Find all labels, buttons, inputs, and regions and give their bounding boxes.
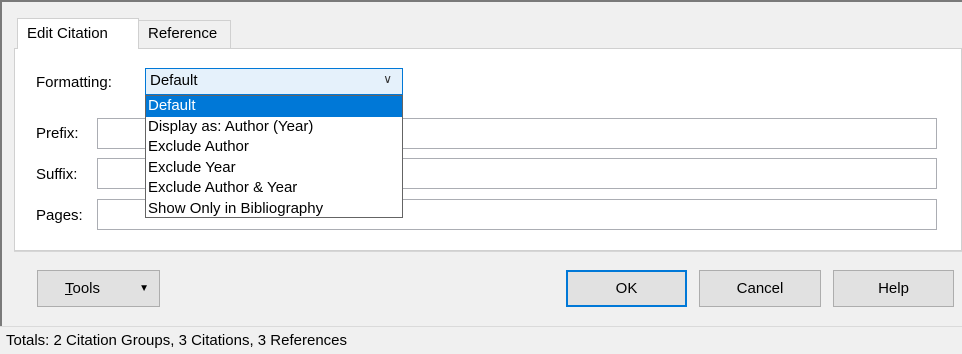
status-text: Totals: 2 Citation Groups, 3 Citations, … <box>6 332 348 349</box>
pages-label: Pages: <box>36 207 83 224</box>
dropdown-option-exclude-author-year[interactable]: Exclude Author & Year <box>146 178 402 199</box>
prefix-label: Prefix: <box>36 125 79 142</box>
formatting-select[interactable]: Default ∨ <box>145 68 403 95</box>
tools-label: Tools <box>65 280 100 297</box>
help-button[interactable]: Help <box>833 270 954 307</box>
dropdown-option-bibliography-only[interactable]: Show Only in Bibliography <box>146 199 402 220</box>
chevron-down-icon: ∨ <box>383 72 392 86</box>
window-left-border <box>0 0 2 353</box>
dropdown-option-exclude-year[interactable]: Exclude Year <box>146 158 402 179</box>
dropdown-option-default[interactable]: Default <box>146 96 402 117</box>
divider <box>14 251 962 252</box>
window-top-border <box>0 0 962 7</box>
tools-mnemonic: T <box>65 280 73 297</box>
tab-reference[interactable]: Reference <box>138 20 231 48</box>
cancel-button[interactable]: Cancel <box>699 270 821 307</box>
status-bar: Totals: 2 Citation Groups, 3 Citations, … <box>0 326 962 354</box>
caret-down-icon: ▼ <box>139 283 149 294</box>
ok-button[interactable]: OK <box>566 270 687 307</box>
formatting-dropdown-list: Default Display as: Author (Year) Exclud… <box>145 95 403 218</box>
dropdown-option-exclude-author[interactable]: Exclude Author <box>146 137 402 158</box>
tab-edit-citation[interactable]: Edit Citation <box>17 18 139 49</box>
formatting-value: Default <box>150 72 198 89</box>
tools-button[interactable]: Tools ▼ <box>37 270 160 307</box>
formatting-label: Formatting: <box>36 74 112 91</box>
suffix-label: Suffix: <box>36 166 78 183</box>
dropdown-option-author-year[interactable]: Display as: Author (Year) <box>146 117 402 138</box>
tools-label-rest: ools <box>72 280 101 297</box>
